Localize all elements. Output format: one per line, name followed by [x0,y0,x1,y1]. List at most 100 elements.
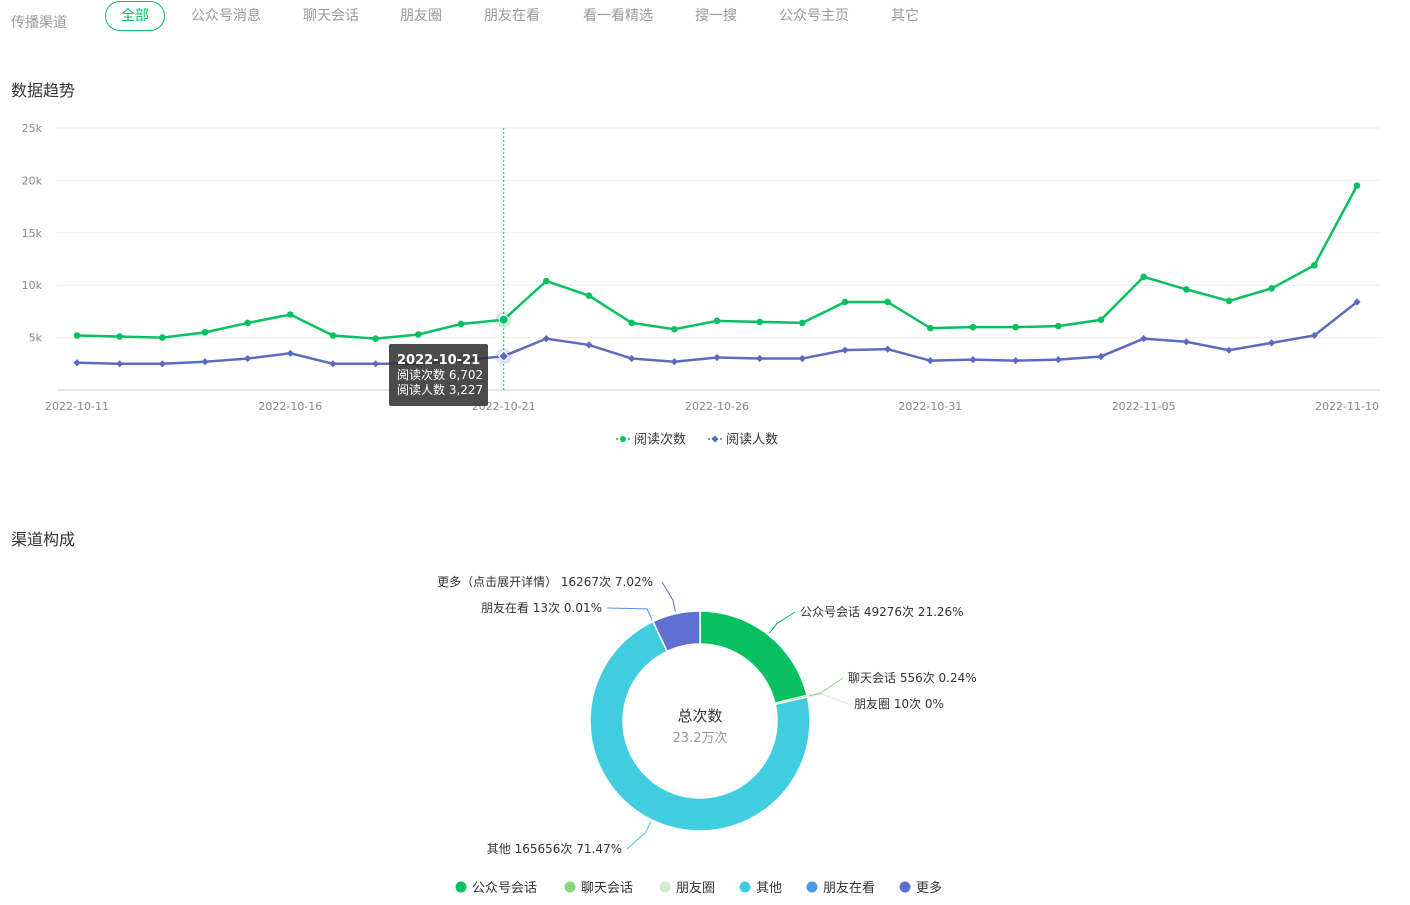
slice-label-5[interactable]: 更多（点击展开详情） 16267次 7.02% [437,574,653,589]
legend-item-1[interactable]: 阅读人数 [708,433,778,448]
data-point[interactable] [158,360,166,368]
data-point[interactable] [927,324,934,332]
legend-label: 聊天会话 [581,881,633,896]
data-point[interactable] [969,356,977,364]
data-point[interactable] [542,335,550,343]
data-point[interactable] [670,358,678,366]
data-point[interactable] [926,357,934,365]
data-point[interactable] [73,359,81,367]
label-leader-line [661,581,676,612]
data-point[interactable] [1182,338,1190,346]
data-point[interactable] [969,323,977,331]
data-point[interactable] [201,358,209,366]
legend-label: 阅读人数 [726,433,778,448]
data-point[interactable] [329,360,337,368]
y-tick-label: 5k [29,332,43,345]
data-point[interactable] [756,354,764,363]
legend-dot [455,881,467,893]
data-point[interactable] [628,319,635,327]
data-point[interactable] [628,354,636,363]
data-point[interactable] [799,319,806,327]
data-point[interactable] [1183,286,1190,293]
chart-tooltip: 2022-10-21 阅读次数 6,702 阅读人数 3,227 [389,344,488,406]
slice-label-2: 朋友圈 10次 0% [854,697,944,711]
tooltip-date: 2022-10-21 [397,353,480,368]
data-point[interactable] [1225,346,1233,354]
data-point[interactable] [884,345,892,353]
data-point[interactable] [1225,297,1233,305]
data-point[interactable] [543,277,550,285]
data-point[interactable] [1311,261,1318,269]
trend-line-chart: 5k 10k 15k 20k 25k 2022-10-11 2022-10-16 2022-… [22,122,1380,448]
data-point[interactable] [756,318,763,326]
y-axis-ticks: 5k 10k 15k 20k 25k [22,122,43,345]
data-point[interactable] [884,298,891,306]
tab-4[interactable]: 朋友在看 [484,1,540,31]
data-point[interactable] [1012,357,1020,365]
donut-center-title: 总次数 [677,707,722,725]
donut-legend: 公众号会话 聊天会话 朋友圈 其他 朋友在看 更多 [455,880,943,896]
data-point[interactable] [1140,273,1147,281]
donut-center-value: 23.2万次 [673,730,728,746]
legend-dot [806,881,818,893]
data-point[interactable] [286,349,294,357]
trend-section-title: 数据趋势 [11,81,76,100]
data-point[interactable] [498,314,509,325]
x-axis-ticks: 2022-10-11 2022-10-16 2022-10-21 2022-10-26… [45,400,1379,413]
data-point[interactable] [1353,182,1361,189]
data-point[interactable] [415,331,422,338]
data-point[interactable] [798,354,806,363]
data-point[interactable] [1140,335,1148,343]
data-point[interactable] [201,329,209,336]
donut-legend-item-5[interactable]: 更多 [899,880,943,896]
chart-legend: 阅读次数 阅读人数 [616,432,778,448]
tab-7[interactable]: 公众号主页 [779,1,849,31]
data-point[interactable] [671,325,678,333]
tab-0[interactable]: 全部 [105,1,165,31]
donut-slice-0[interactable] [699,610,808,704]
tab-5[interactable]: 看一看精选 [583,1,653,31]
data-point[interactable] [1054,356,1062,364]
data-point[interactable] [713,317,721,325]
data-point[interactable] [329,332,337,339]
data-point[interactable] [244,319,251,327]
donut-legend-item-4[interactable]: 朋友在看 [806,880,876,896]
series-line [76,185,1359,340]
data-point[interactable] [73,332,81,339]
chart-grid [57,127,1380,391]
tab-3[interactable]: 朋友圈 [400,1,442,31]
tab-1[interactable]: 公众号消息 [191,1,261,31]
tab-6[interactable]: 搜一搜 [695,1,737,31]
data-point[interactable] [1097,316,1105,324]
donut-legend-item-1[interactable]: 聊天会话 [564,881,634,896]
donut-legend-item-2[interactable]: 朋友圈 [659,880,716,896]
x-tick-label: 2022-11-05 [1112,400,1176,413]
data-point[interactable] [841,298,849,306]
tab-8[interactable]: 其它 [891,1,919,31]
data-point[interactable] [287,311,294,318]
data-point[interactable] [1268,339,1276,347]
data-point[interactable] [585,341,593,349]
data-point[interactable] [372,360,380,368]
slice-label-0: 公众号会话 49276次 21.26% [800,605,964,619]
data-point[interactable] [116,360,124,368]
data-point[interactable] [1055,322,1062,330]
data-point[interactable] [457,320,465,328]
legend-dot [659,881,671,893]
data-point[interactable] [372,335,379,342]
donut-legend-item-3[interactable]: 其他 [739,881,783,896]
data-point[interactable] [159,334,166,341]
data-point[interactable] [841,346,849,354]
legend-item-0[interactable]: 阅读次数 [616,432,686,448]
label-leader-line [768,611,796,634]
data-point[interactable] [116,333,123,340]
donut-legend-item-0[interactable]: 公众号会话 [455,881,538,896]
data-point[interactable] [585,292,593,299]
tab-2[interactable]: 聊天会话 [303,1,359,31]
data-point[interactable] [713,353,721,362]
legend-dot [564,881,576,893]
data-point[interactable] [1012,323,1019,331]
data-point[interactable] [1268,285,1275,292]
data-point[interactable] [1097,352,1105,361]
data-point[interactable] [244,354,252,363]
